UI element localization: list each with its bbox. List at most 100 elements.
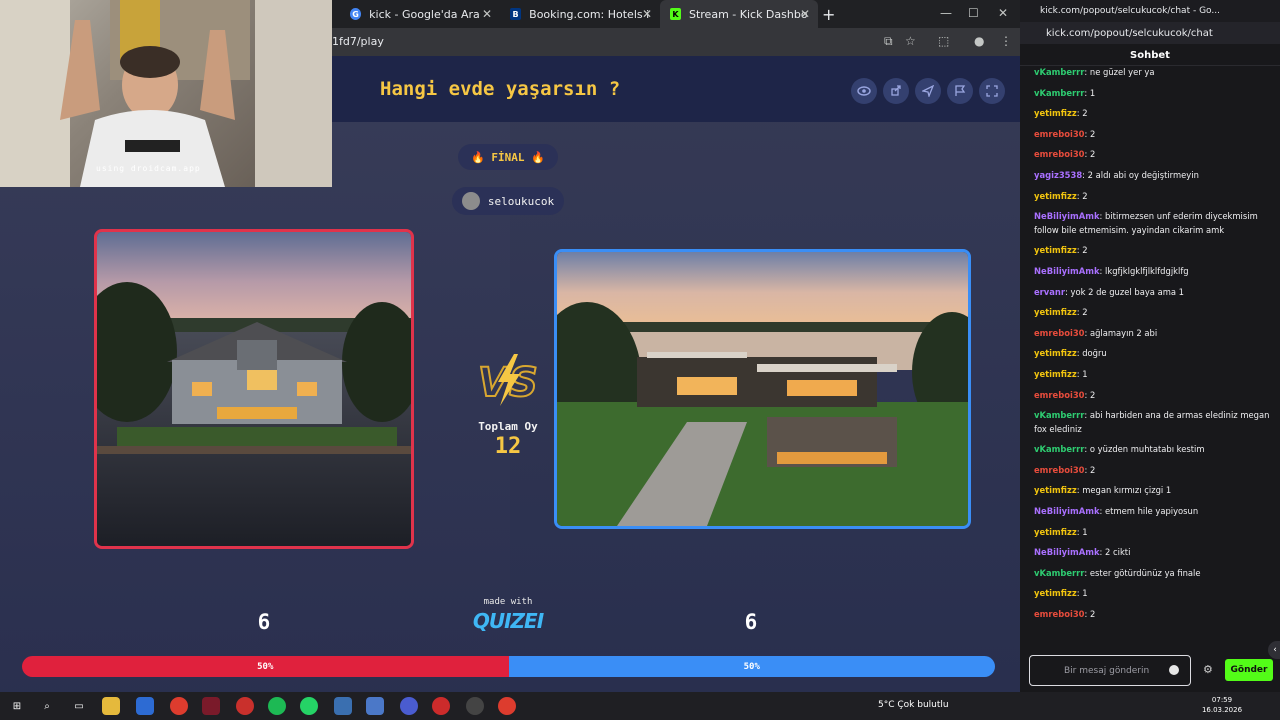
chat-username[interactable]: vKamberrr bbox=[1034, 67, 1084, 77]
url-text[interactable]: 1fd7/play bbox=[332, 35, 384, 48]
chat-message: emreboi30: 2 bbox=[1034, 464, 1270, 478]
chat-text: 2 bbox=[1089, 389, 1096, 400]
chat-message: NeBiliyimAmk: bitirmezsen unf ederim diy… bbox=[1034, 210, 1270, 237]
tab-booking[interactable]: B Booking.com: Hotels in Kahire. ✕ bbox=[500, 0, 660, 28]
search-icon[interactable]: ⌕ bbox=[38, 697, 56, 715]
send-button[interactable]: Gönder bbox=[1225, 659, 1273, 681]
chat-text: 2 bbox=[1082, 108, 1088, 119]
option-left-card[interactable] bbox=[94, 229, 414, 549]
discord-icon[interactable] bbox=[400, 697, 418, 715]
chat-message: emreboi30: 2 bbox=[1034, 128, 1270, 142]
app-circle-icon[interactable] bbox=[432, 697, 450, 715]
tab-google[interactable]: G kick - Google'da Ara ✕ bbox=[340, 0, 500, 28]
chat-username[interactable]: emreboi30 bbox=[1034, 609, 1085, 619]
app-arrow-icon[interactable] bbox=[366, 697, 384, 715]
chat-username[interactable]: vKamberrr bbox=[1034, 88, 1084, 98]
chat-username[interactable]: NeBiliyimAmk bbox=[1034, 547, 1100, 557]
chat-username[interactable]: emreboi30 bbox=[1034, 149, 1085, 159]
chat-username[interactable]: ervanr bbox=[1034, 287, 1065, 297]
send-icon[interactable] bbox=[915, 78, 941, 104]
chat-username[interactable]: yetimfizz bbox=[1034, 369, 1077, 379]
chat-message: yetimfizz: megan kırmızı çizgi 1 bbox=[1034, 484, 1270, 498]
chat-username[interactable]: yetimfizz bbox=[1034, 191, 1077, 201]
app-blue-icon[interactable] bbox=[334, 697, 352, 715]
chat-username[interactable]: yetimfizz bbox=[1034, 348, 1077, 358]
kick-icon: K bbox=[670, 8, 681, 20]
chat-text: yok 2 de guzel baya ama 1 bbox=[1070, 286, 1185, 297]
close-icon[interactable]: ✕ bbox=[482, 7, 492, 21]
right-vote-bar: 50% bbox=[508, 656, 995, 677]
chat-username[interactable]: yetimfizz bbox=[1034, 108, 1077, 118]
chat-username[interactable]: NeBiliyimAmk bbox=[1034, 506, 1100, 516]
chat-message-list[interactable]: vKamberrr: ne güzel yer ya vKamberrr: 1 ye… bbox=[1034, 66, 1270, 629]
minimize-icon[interactable]: — bbox=[940, 6, 952, 20]
booking-icon: B bbox=[510, 8, 522, 20]
flag-icon[interactable] bbox=[947, 78, 973, 104]
quizei-logo[interactable]: QUIZEI bbox=[468, 609, 548, 633]
chat-username[interactable]: yetimfizz bbox=[1034, 485, 1077, 495]
chat-username[interactable]: emreboi30 bbox=[1034, 390, 1085, 400]
profile-icon[interactable]: ● bbox=[974, 34, 984, 48]
chat-username[interactable]: yetimfizz bbox=[1034, 588, 1077, 598]
chat-message: vKamberrr: 1 bbox=[1034, 87, 1270, 101]
share-icon[interactable] bbox=[883, 78, 909, 104]
chat-username[interactable]: yetimfizz bbox=[1034, 245, 1077, 255]
new-tab-button[interactable]: + bbox=[822, 5, 835, 24]
star-icon[interactable]: ☆ bbox=[905, 34, 916, 48]
fullscreen-icon[interactable] bbox=[979, 78, 1005, 104]
windows-start-icon[interactable]: ⊞ bbox=[8, 697, 26, 715]
close-window-icon[interactable]: ✕ bbox=[998, 6, 1008, 20]
chrome-active-icon[interactable] bbox=[498, 697, 516, 715]
chat-text: ne güzel yer ya bbox=[1089, 67, 1155, 77]
whatsapp-icon[interactable] bbox=[300, 697, 318, 715]
chat-username[interactable]: yagiz3538 bbox=[1034, 170, 1082, 180]
tab-title: Stream - Kick Dashboard bbox=[688, 7, 808, 21]
store-icon[interactable] bbox=[136, 697, 154, 715]
chevron-left-icon[interactable]: ‹ bbox=[1268, 641, 1280, 659]
app-red-icon[interactable] bbox=[236, 697, 254, 715]
clock[interactable]: 07:59 16.03.2026 bbox=[1199, 695, 1245, 715]
translate-icon[interactable]: ⧉ bbox=[884, 34, 893, 49]
gear-icon[interactable]: ⚙ bbox=[1203, 663, 1213, 676]
chat-username[interactable]: NeBiliyimAmk bbox=[1034, 266, 1100, 276]
chat-message: yetimfizz: 1 bbox=[1034, 587, 1270, 601]
app-icon[interactable] bbox=[202, 697, 220, 715]
chat-text: ağlamayın 2 abi bbox=[1089, 327, 1158, 338]
chat-text: 2 bbox=[1082, 307, 1088, 318]
final-badge: 🔥 FİNAL 🔥 bbox=[458, 144, 558, 170]
chat-message-input[interactable]: Bir mesaj gönderin bbox=[1029, 655, 1191, 686]
tab-kick-dashboard[interactable]: K Stream - Kick Dashboard ✕ bbox=[660, 0, 818, 28]
chat-username[interactable]: yetimfizz bbox=[1034, 307, 1077, 317]
eye-icon[interactable] bbox=[851, 78, 877, 104]
emoji-icon[interactable] bbox=[1169, 665, 1179, 675]
chat-username[interactable]: yetimfizz bbox=[1034, 527, 1077, 537]
task-view-icon[interactable]: ▭ bbox=[70, 697, 88, 715]
host-chip[interactable]: seloukucok bbox=[452, 187, 564, 215]
total-votes-label: Toplam Oy bbox=[478, 420, 538, 433]
extensions-icon[interactable]: ⬚ bbox=[938, 34, 949, 48]
chat-username[interactable]: vKamberrr bbox=[1034, 568, 1084, 578]
chat-username[interactable]: emreboi30 bbox=[1034, 465, 1085, 475]
chat-username[interactable]: emreboi30 bbox=[1034, 129, 1085, 139]
file-explorer-icon[interactable] bbox=[102, 697, 120, 715]
chrome-icon[interactable] bbox=[170, 697, 188, 715]
host-name: seloukucok bbox=[487, 194, 555, 208]
chat-username[interactable]: vKamberrr bbox=[1034, 410, 1084, 420]
chat-username[interactable]: NeBiliyimAmk bbox=[1034, 211, 1100, 221]
menu-icon[interactable]: ⋮ bbox=[1000, 34, 1012, 48]
chat-username[interactable]: vKamberrr bbox=[1034, 444, 1084, 454]
chat-url[interactable]: kick.com/popout/selcukucok/chat bbox=[1020, 22, 1280, 44]
chat-username[interactable]: emreboi30 bbox=[1034, 328, 1085, 338]
chat-text: o yüzden muhtatabı kestim bbox=[1089, 444, 1205, 455]
spotify-icon[interactable] bbox=[268, 697, 286, 715]
close-icon[interactable]: ✕ bbox=[642, 7, 652, 21]
option-right-card[interactable] bbox=[554, 249, 971, 529]
close-icon[interactable]: ✕ bbox=[800, 7, 810, 21]
chat-message: yetimfizz: 1 bbox=[1034, 368, 1270, 382]
maximize-icon[interactable]: ☐ bbox=[968, 6, 979, 20]
webcam-caption: using droidcam.app bbox=[96, 164, 201, 173]
browser-window: G kick - Google'da Ara ✕ B Booking.com: … bbox=[0, 0, 1020, 692]
weather-text[interactable]: 5°C Çok bulutlu bbox=[878, 700, 949, 710]
time-text: 07:59 bbox=[1211, 696, 1233, 704]
obs-icon[interactable] bbox=[466, 697, 484, 715]
